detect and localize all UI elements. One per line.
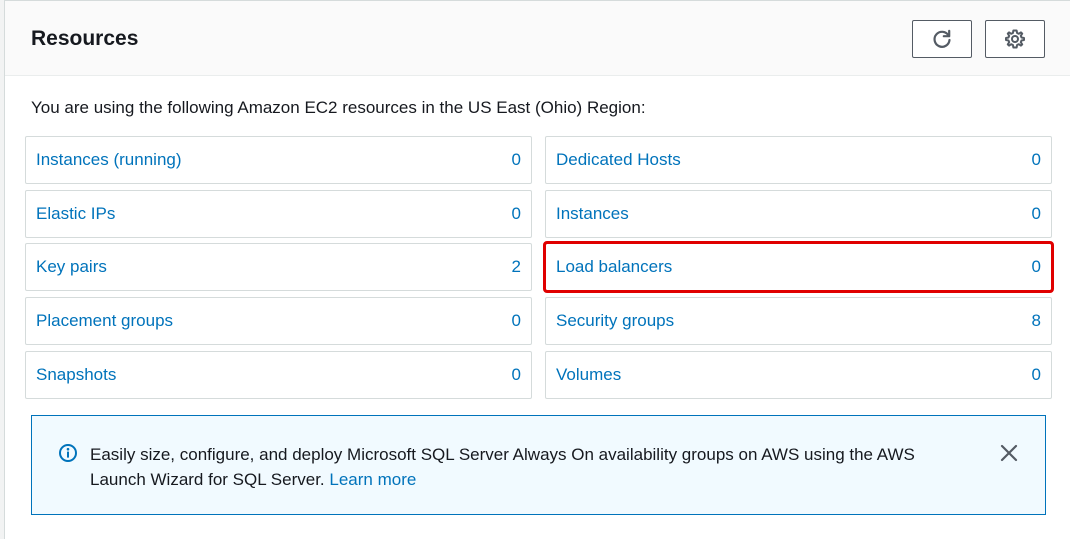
resource-count: 0 [511,204,521,223]
info-alert: Easily size, configure, and deploy Micro… [31,415,1046,515]
resource-card-instances-running[interactable]: Instances (running) 0 [25,136,532,184]
resource-count: 0 [1031,150,1041,169]
resource-count: 0 [1031,204,1041,223]
resource-label: Key pairs [36,257,107,276]
learn-more-link[interactable]: Learn more [329,470,416,489]
alert-message: Easily size, configure, and deploy Micro… [90,442,970,492]
resource-label: Load balancers [556,257,673,276]
resource-label: Elastic IPs [36,204,116,223]
resource-label: Volumes [556,365,622,384]
alert-text: Easily size, configure, and deploy Micro… [90,445,915,489]
resource-count: 0 [511,365,521,384]
resource-label: Security groups [556,311,675,330]
gear-icon [1005,29,1025,49]
resource-count: 8 [1031,311,1041,330]
resource-card-dedicated-hosts[interactable]: Dedicated Hosts 0 [545,136,1052,184]
resource-label: Dedicated Hosts [556,150,681,169]
resource-card-snapshots[interactable]: Snapshots 0 [25,351,532,399]
info-icon [59,444,77,462]
resource-card-instances[interactable]: Instances 0 [545,190,1052,238]
refresh-icon [933,29,951,48]
resource-label: Instances (running) [36,150,182,169]
resource-label: Placement groups [36,311,174,330]
resource-count: 0 [1031,365,1041,384]
resource-label: Snapshots [36,365,117,384]
resource-count: 0 [511,311,521,330]
resource-card-security-groups[interactable]: Security groups 8 [545,297,1052,345]
panel-title: Resources [31,27,139,50]
resources-intro: You are using the following Amazon EC2 r… [31,98,646,117]
resource-card-load-balancers[interactable]: Load balancers 0 [543,241,1054,293]
refresh-button[interactable] [912,20,972,58]
settings-button[interactable] [985,20,1045,58]
resource-count: 2 [511,257,521,276]
resource-card-volumes[interactable]: Volumes 0 [545,351,1052,399]
resource-card-placement-groups[interactable]: Placement groups 0 [25,297,532,345]
resource-label: Instances [556,204,629,223]
close-icon [1000,444,1018,462]
resource-card-elastic-ips[interactable]: Elastic IPs 0 [25,190,532,238]
resource-count: 0 [511,150,521,169]
resources-panel: Resources You are using the following Am… [4,0,1070,539]
resource-card-key-pairs[interactable]: Key pairs 2 [25,243,532,291]
panel-header: Resources [5,1,1070,76]
resource-count: 0 [1031,257,1041,276]
alert-close-button[interactable] [996,440,1022,466]
